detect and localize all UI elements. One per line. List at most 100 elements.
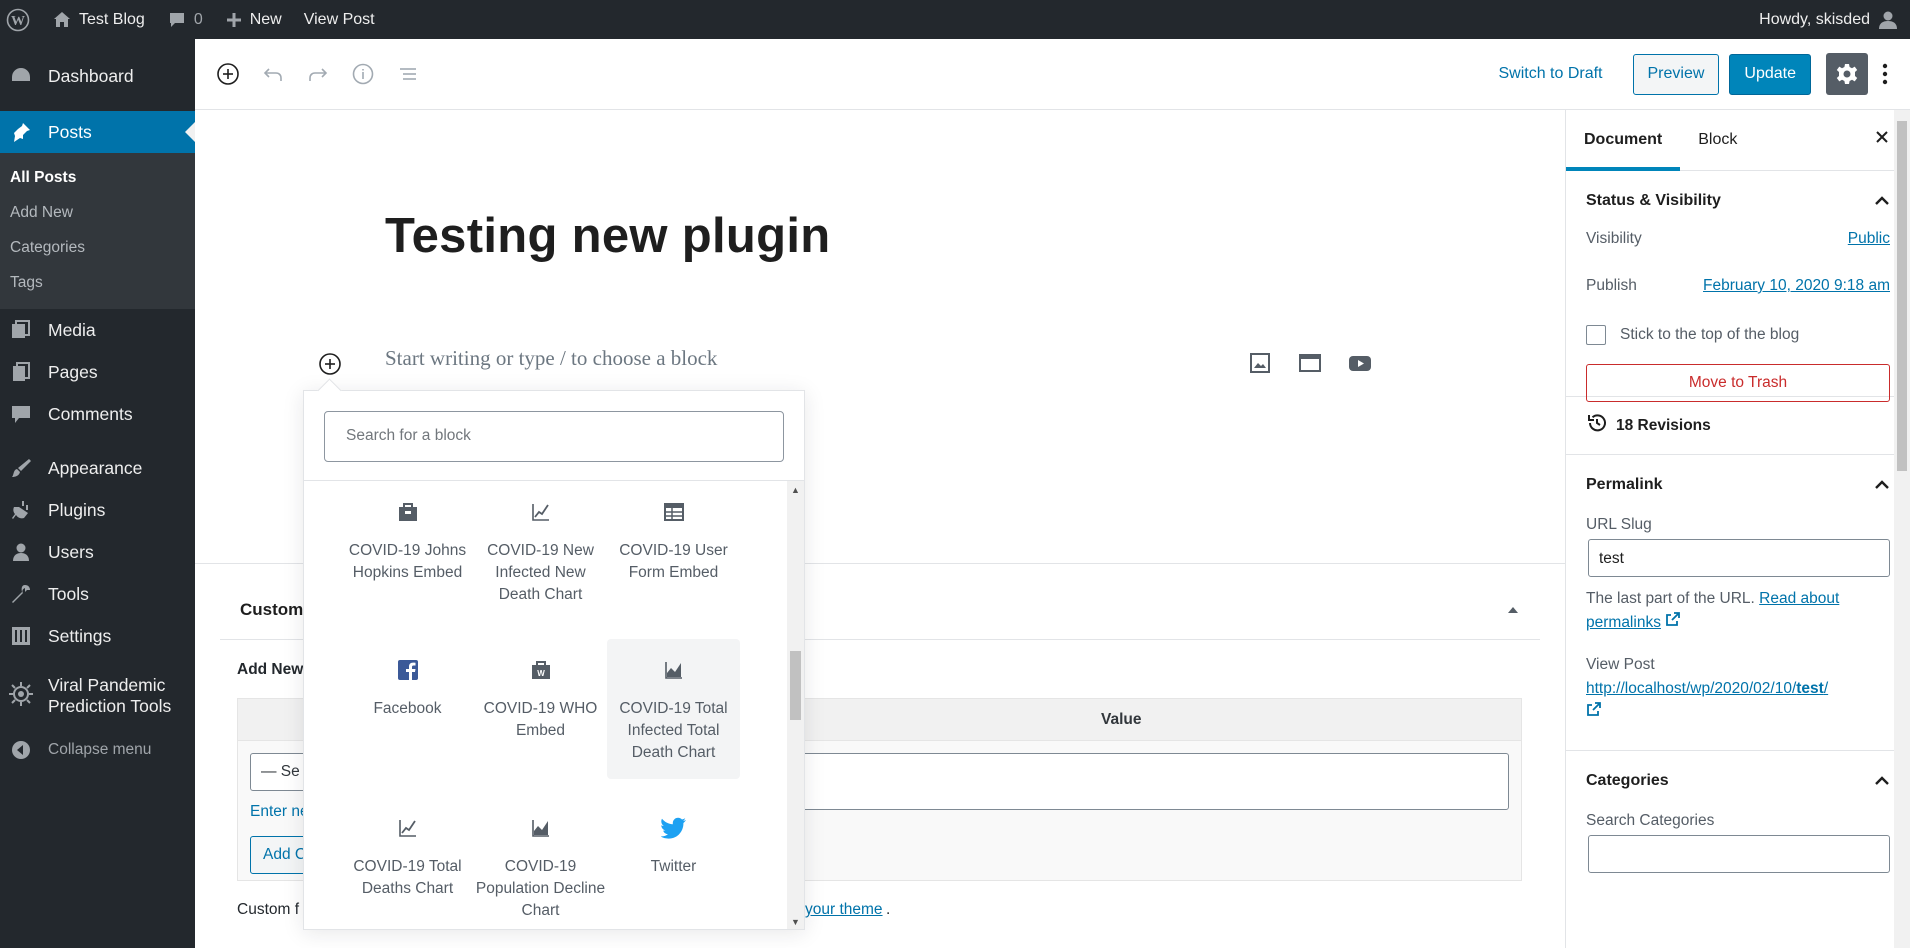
update-button[interactable]: Update xyxy=(1729,53,1811,95)
post-title[interactable]: Testing new plugin xyxy=(385,208,830,264)
user-avatar-icon xyxy=(1879,11,1897,29)
menu-media[interactable]: Media xyxy=(0,309,195,351)
block-navigation-icon[interactable] xyxy=(385,52,430,97)
collapse-menu-label: Collapse menu xyxy=(48,741,152,758)
block-johns-hopkins-embed[interactable]: COVID-19 Johns Hopkins Embed xyxy=(341,481,474,596)
comments-link[interactable]: 0 xyxy=(156,0,214,39)
tab-block[interactable]: Block xyxy=(1680,110,1755,171)
settings-gear-icon[interactable] xyxy=(1826,53,1868,95)
block-population-decline-chart[interactable]: COVID-19 Population Decline Chart xyxy=(474,797,607,927)
redo-icon[interactable] xyxy=(295,52,340,97)
read-about-permalinks-link[interactable]: Read about xyxy=(1759,590,1839,607)
menu-posts[interactable]: Posts xyxy=(0,111,195,153)
status-visibility-toggle[interactable]: Status & Visibility xyxy=(1566,171,1910,231)
menu-plugins[interactable]: Plugins xyxy=(0,489,195,531)
block-search-input[interactable]: Search for a block xyxy=(324,411,784,462)
menu-dashboard[interactable]: Dashboard xyxy=(0,55,195,97)
collapse-arrow-icon xyxy=(8,737,34,763)
add-block-icon[interactable] xyxy=(205,52,250,97)
menu-settings[interactable]: Settings xyxy=(0,615,195,657)
permalinks-link[interactable]: permalinks xyxy=(1586,614,1661,631)
menu-pages[interactable]: Pages xyxy=(0,351,195,393)
my-account-link[interactable]: Howdy, skisded xyxy=(1748,0,1910,39)
scroll-thumb[interactable] xyxy=(790,651,801,720)
paintbrush-icon xyxy=(8,455,34,481)
chevron-up-icon xyxy=(1874,193,1890,211)
new-content-link[interactable]: New xyxy=(214,0,293,39)
block-total-deaths-chart[interactable]: COVID-19 Total Deaths Chart xyxy=(341,797,474,912)
scroll-down-arrow-icon[interactable]: ▼ xyxy=(791,917,800,927)
close-icon[interactable] xyxy=(1872,127,1892,152)
menu-settings-label: Settings xyxy=(48,625,112,646)
home-icon xyxy=(54,11,70,27)
menu-users[interactable]: Users xyxy=(0,531,195,573)
submenu-categories[interactable]: Categories xyxy=(0,230,195,265)
sidebar-scroll-thumb[interactable] xyxy=(1897,121,1907,471)
block-who-embed[interactable]: W COVID-19 WHO Embed xyxy=(474,639,607,754)
comments-count: 0 xyxy=(193,10,203,28)
block-new-infected-new-death-chart[interactable]: COVID-19 New Infected New Death Chart xyxy=(474,481,607,611)
cover-block-icon[interactable] xyxy=(1295,348,1325,378)
categories-toggle[interactable]: Categories xyxy=(1566,751,1910,811)
posts-submenu: All Posts Add New Categories Tags xyxy=(0,153,195,309)
sticky-checkbox[interactable] xyxy=(1586,325,1606,345)
visibility-toggle[interactable]: Public xyxy=(1848,230,1890,260)
site-name-link[interactable]: Test Blog xyxy=(41,0,156,39)
submenu-tags[interactable]: Tags xyxy=(0,265,195,300)
block-inserter-icon[interactable] xyxy=(316,350,344,378)
custom-fields-title[interactable]: Custom xyxy=(240,600,303,620)
permalink-help-text: The last part of the URL. xyxy=(1586,590,1755,607)
meta-value-textarea[interactable] xyxy=(796,753,1509,810)
inserter-scrollbar[interactable]: ▲ ▼ xyxy=(787,481,804,929)
block-total-infected-total-death-chart[interactable]: COVID-19 Total Infected Total Death Char… xyxy=(607,639,740,779)
inline-inserter-shortcuts xyxy=(1245,348,1375,378)
menu-viral-pandemic[interactable]: Viral Pandemic Prediction Tools xyxy=(0,669,195,725)
search-categories-input[interactable] xyxy=(1588,835,1890,873)
view-post-link[interactable]: View Post xyxy=(293,0,386,39)
default-block-appender[interactable]: Start writing or type / to choose a bloc… xyxy=(385,346,717,371)
publish-date-toggle[interactable]: February 10, 2020 9:18 am xyxy=(1703,277,1890,307)
wordpress-logo-icon[interactable]: W xyxy=(0,0,41,39)
menu-tools[interactable]: Tools xyxy=(0,573,195,615)
revisions-panel[interactable]: 18 Revisions xyxy=(1566,397,1910,455)
plugin-icon xyxy=(8,497,34,523)
switch-to-draft-button[interactable]: Switch to Draft xyxy=(1484,65,1616,83)
preview-button[interactable]: Preview xyxy=(1632,53,1720,95)
media-icon xyxy=(8,317,34,343)
sidebar-tabs: Document Block xyxy=(1566,110,1910,171)
block-user-form-embed[interactable]: COVID-19 User Form Embed xyxy=(607,481,740,596)
collapse-arrow-up-icon[interactable] xyxy=(1507,602,1519,620)
collapse-menu-button[interactable]: Collapse menu xyxy=(0,729,195,771)
tab-document[interactable]: Document xyxy=(1566,110,1681,171)
submenu-add-new[interactable]: Add New xyxy=(0,195,195,230)
scroll-up-arrow-icon[interactable]: ▲ xyxy=(791,485,800,495)
table-icon xyxy=(607,495,740,529)
view-post-url[interactable]: http://localhost/wp/2020/02/10/test/ xyxy=(1566,677,1910,725)
permalink-toggle[interactable]: Permalink xyxy=(1566,455,1910,515)
menu-comments-label: Comments xyxy=(48,403,133,424)
permalink-help: The last part of the URL. Read about per… xyxy=(1566,587,1910,635)
block-facebook[interactable]: Facebook xyxy=(341,639,474,754)
menu-viral-label: Viral Pandemic Prediction Tools xyxy=(48,675,171,717)
submenu-all-posts[interactable]: All Posts xyxy=(0,160,195,195)
comment-icon xyxy=(169,12,184,27)
categories-panel: Categories Search Categories xyxy=(1566,751,1910,891)
url-slug-input[interactable]: test xyxy=(1588,539,1890,577)
menu-plugins-label: Plugins xyxy=(48,499,106,520)
menu-tools-label: Tools xyxy=(48,583,89,604)
more-options-icon[interactable] xyxy=(1868,53,1902,95)
youtube-block-icon[interactable] xyxy=(1345,348,1375,378)
enter-new-link[interactable]: Enter ne xyxy=(250,803,309,821)
menu-comments[interactable]: Comments xyxy=(0,393,195,435)
custom-fields-theme-link[interactable]: your theme xyxy=(805,901,883,919)
search-categories-label: Search Categories xyxy=(1586,812,1715,829)
howdy-text: Howdy, skisded xyxy=(1759,10,1870,28)
block-twitter[interactable]: Twitter xyxy=(607,797,740,912)
facebook-icon xyxy=(341,653,474,687)
block-label: Facebook xyxy=(373,700,442,717)
sidebar-scrollbar[interactable] xyxy=(1894,110,1910,948)
menu-appearance[interactable]: Appearance xyxy=(0,447,195,489)
image-block-icon[interactable] xyxy=(1245,348,1275,378)
undo-icon[interactable] xyxy=(250,52,295,97)
info-icon[interactable] xyxy=(340,52,385,97)
